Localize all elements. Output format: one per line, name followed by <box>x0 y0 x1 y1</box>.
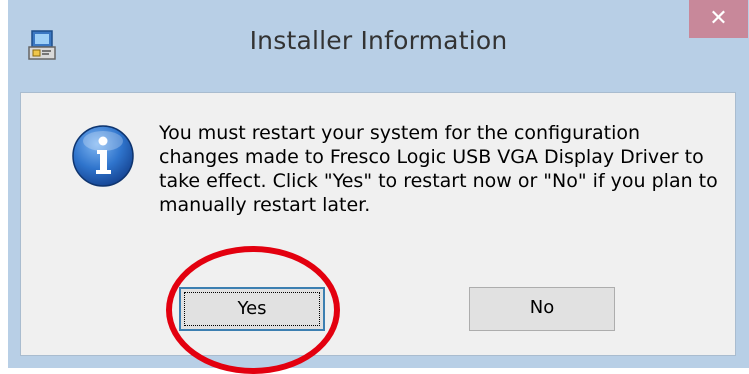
title-bar[interactable]: Installer Information ✕ <box>8 0 749 92</box>
no-button[interactable]: No <box>469 287 615 331</box>
installer-dialog-window: Installer Information ✕ You must restart… <box>8 0 749 368</box>
no-button-label: No <box>529 297 555 318</box>
window-title: Installer Information <box>249 26 508 55</box>
info-icon <box>72 125 134 187</box>
close-button[interactable]: ✕ <box>689 0 748 38</box>
red-highlight-circle <box>166 246 340 374</box>
dialog-message: You must restart your system for the con… <box>159 122 718 216</box>
dialog-content: You must restart your system for the con… <box>20 92 736 356</box>
